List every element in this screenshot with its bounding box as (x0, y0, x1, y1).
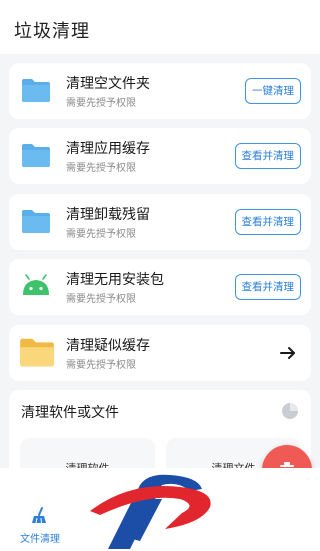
view-and-clean-button[interactable]: 查看并清理 (234, 143, 301, 169)
card-title: 清理疑似缓存 (66, 338, 150, 354)
view-and-clean-button[interactable]: 查看并清理 (234, 274, 301, 300)
logo-icon (70, 471, 245, 551)
card-suspected-cache[interactable]: 清理疑似缓存 需要先授予权限 (9, 325, 311, 381)
yellow-folder-icon (20, 338, 54, 367)
folder-icon (22, 79, 50, 102)
broom-icon (32, 507, 46, 524)
card-uninstall-residue[interactable]: 清理卸载残留 需要先授予权限 查看并清理 (9, 194, 311, 250)
card-subtitle: 需要先授予权限 (66, 163, 136, 174)
card-subtitle: 需要先授予权限 (66, 98, 136, 109)
card-app-cache[interactable]: 清理应用缓存 需要先授予权限 查看并清理 (9, 128, 311, 184)
one-click-clean-button[interactable]: 一键清理 (245, 78, 301, 104)
card-title: 清理应用缓存 (66, 141, 150, 157)
card-title: 清理卸载残留 (66, 207, 150, 223)
section-title: 清理软件或文件 (21, 405, 119, 421)
tab-file-clean[interactable]: 文件清理 (0, 502, 80, 548)
pie-chart-icon[interactable] (281, 402, 299, 420)
folder-icon (22, 144, 50, 167)
card-unused-packages[interactable]: 清理无用安装包 需要先授予权限 查看并清理 (9, 259, 311, 315)
page-title: 垃圾清理 (14, 21, 90, 42)
card-empty-folders[interactable]: 清理空文件夹 需要先授予权限 一键清理 (9, 63, 311, 119)
tab-label: 文件清理 (20, 534, 60, 545)
card-subtitle: 需要先授予权限 (66, 360, 136, 371)
folder-icon (22, 210, 50, 233)
android-icon (23, 274, 49, 295)
card-title: 清理无用安装包 (66, 272, 164, 288)
view-and-clean-button[interactable]: 查看并清理 (234, 209, 301, 235)
arrow-right-icon[interactable] (279, 344, 297, 362)
card-subtitle: 需要先授予权限 (66, 294, 136, 305)
app-header: 垃圾清理 (0, 0, 320, 54)
card-title: 清理空文件夹 (66, 76, 150, 92)
card-subtitle: 需要先授予权限 (66, 229, 136, 240)
